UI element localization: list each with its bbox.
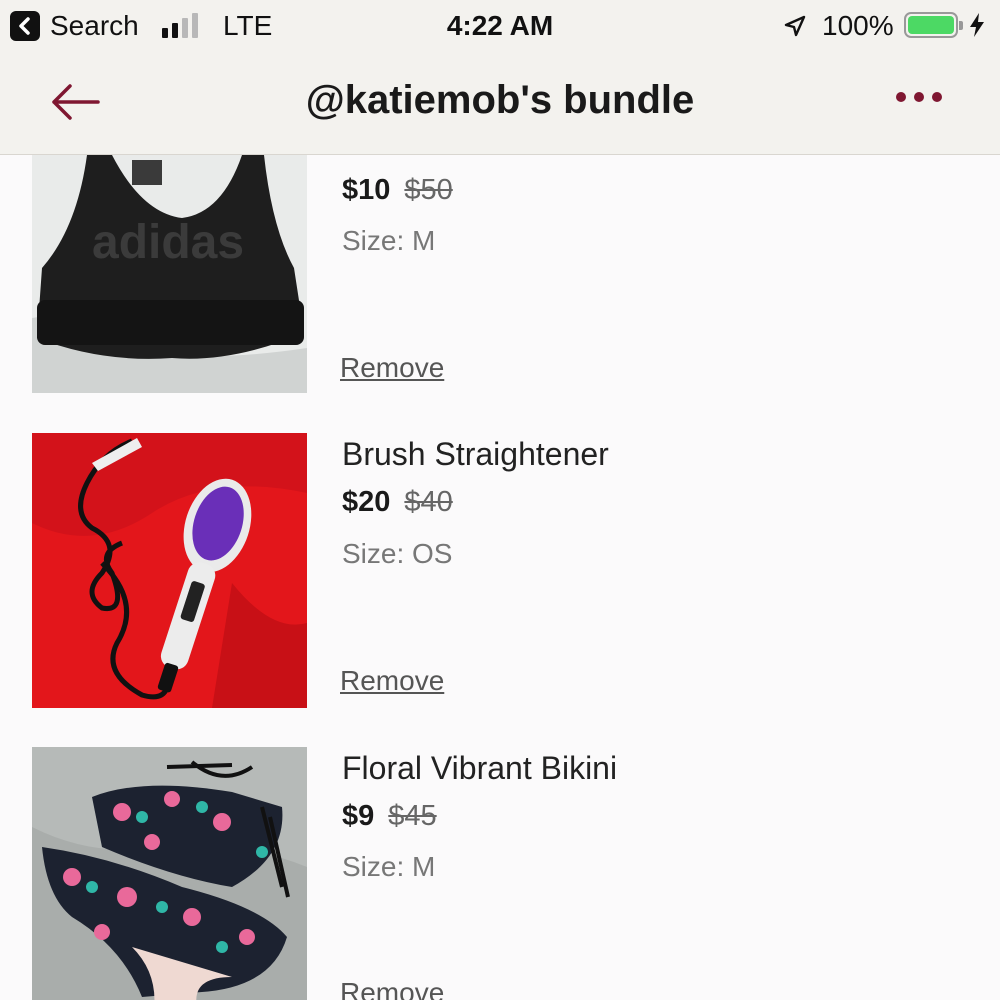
item-price: $10 $50 (342, 174, 453, 207)
battery-percent: 100% (822, 10, 894, 41)
status-bar: Search LTE 4:22 AM 100% (0, 0, 1000, 52)
item-price: $20 $40 (342, 486, 453, 519)
page-title: @katiemob's bundle (305, 78, 695, 122)
item-title[interactable]: Brush Straightener (342, 436, 609, 473)
battery-icon (904, 12, 963, 38)
original-price: $50 (404, 174, 453, 206)
product-image[interactable] (32, 433, 307, 708)
item-price: $9 $45 (342, 800, 437, 833)
list-item[interactable]: Floral Vibrant Bikini $9 $45 Size: M Remo… (0, 747, 1000, 1000)
item-size: Size: M (342, 225, 436, 256)
item-title[interactable]: Floral Vibrant Bikini (342, 750, 617, 787)
product-image[interactable] (32, 747, 307, 1000)
item-size: Size: OS (342, 538, 453, 569)
remove-button[interactable]: Remove (340, 352, 444, 384)
more-dots-icon (896, 92, 906, 102)
more-options-button[interactable] (896, 92, 946, 112)
current-price: $10 (342, 174, 391, 206)
charging-bolt-icon (968, 12, 986, 45)
original-price: $45 (388, 800, 437, 832)
location-arrow-icon (783, 13, 807, 45)
remove-button[interactable]: Remove (340, 977, 444, 1000)
list-item[interactable]: adidas $10 $50 Size: M Remove (0, 155, 1000, 394)
item-size: Size: M (342, 851, 436, 882)
current-price: $20 (342, 486, 391, 518)
current-price: $9 (342, 800, 375, 832)
svg-text:adidas: adidas (92, 216, 244, 269)
list-item[interactable]: Brush Straightener $20 $40 Size: OS Remov… (0, 433, 1000, 709)
product-image[interactable]: adidas (32, 155, 307, 393)
navigation-bar: @katiemob's bundle (0, 52, 1000, 155)
bundle-item-list: adidas $10 $50 Size: M Remove Brush Stra… (0, 155, 1000, 1000)
remove-button[interactable]: Remove (340, 665, 444, 697)
original-price: $40 (404, 486, 453, 518)
